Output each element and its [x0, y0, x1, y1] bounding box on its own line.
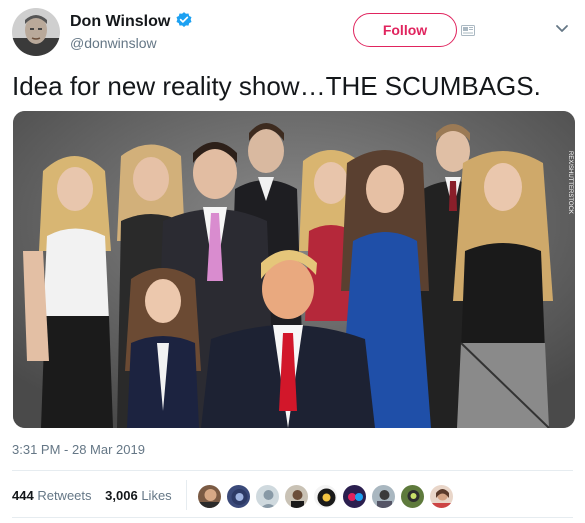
- liker-avatar[interactable]: [255, 484, 280, 509]
- tweet-timestamp[interactable]: 3:31 PM - 28 Mar 2019: [12, 442, 145, 457]
- card-icon[interactable]: [461, 25, 475, 36]
- person-right-3: [453, 151, 553, 428]
- liker-avatar[interactable]: [342, 484, 367, 509]
- person-front-child: [125, 268, 201, 428]
- chevron-down-icon[interactable]: [555, 24, 569, 34]
- follow-button[interactable]: Follow: [353, 13, 457, 47]
- stats-separator: [186, 480, 187, 510]
- photo-watermark: REX/SHUTTERSTOCK: [567, 151, 573, 214]
- tweet-photo[interactable]: REX/SHUTTERSTOCK: [13, 111, 575, 428]
- retweets-label[interactable]: Retweets: [37, 488, 91, 503]
- author-name-text[interactable]: Don Winslow: [70, 13, 170, 30]
- tweet-stats: 444 Retweets 3,006 Likes: [12, 488, 182, 503]
- divider: [12, 517, 573, 518]
- divider: [12, 470, 573, 471]
- likes-label[interactable]: Likes: [141, 488, 171, 503]
- liker-avatar[interactable]: [313, 484, 338, 509]
- liker-avatar[interactable]: [400, 484, 425, 509]
- author-avatar[interactable]: [12, 8, 60, 56]
- liker-avatar[interactable]: [197, 484, 222, 509]
- liker-avatar[interactable]: [284, 484, 309, 509]
- verified-badge-icon: [176, 12, 192, 27]
- author-name[interactable]: Don Winslow: [70, 11, 193, 31]
- author-handle[interactable]: @donwinslow: [70, 35, 157, 51]
- retweets-count[interactable]: 444: [12, 488, 34, 503]
- tweet-card: Don Winslow @donwinslow Follow Idea for …: [0, 0, 585, 523]
- liker-avatar[interactable]: [226, 484, 251, 509]
- tweet-text: Idea for new reality show…THE SCUMBAGS.: [12, 71, 541, 101]
- liker-avatar[interactable]: [371, 484, 396, 509]
- likes-count[interactable]: 3,006: [105, 488, 138, 503]
- liker-avatar[interactable]: [429, 484, 454, 509]
